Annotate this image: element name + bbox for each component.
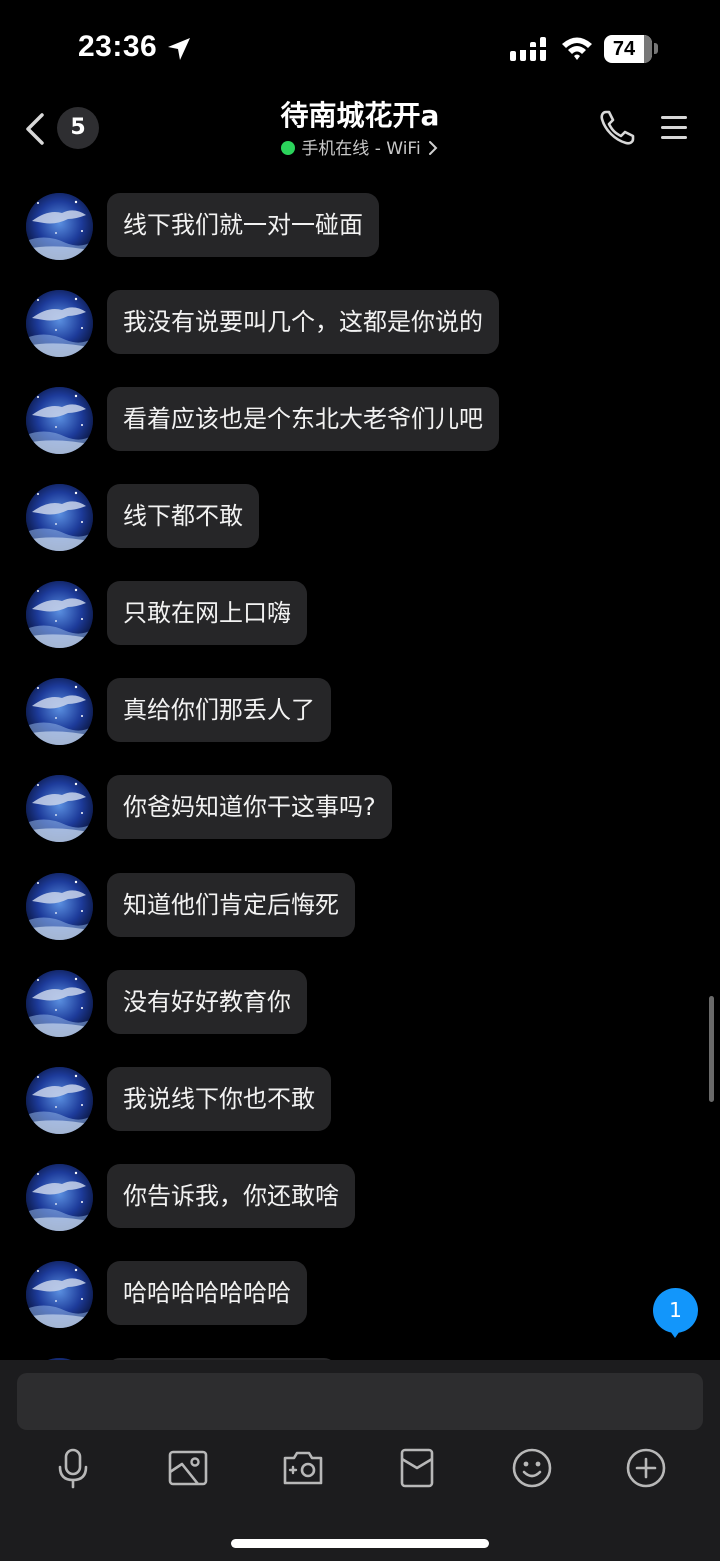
menu-icon[interactable] <box>658 112 690 144</box>
avatar[interactable] <box>26 1164 93 1231</box>
chat-title[interactable]: 待南城花开a <box>160 94 560 134</box>
emoji-icon[interactable] <box>510 1446 554 1490</box>
avatar[interactable] <box>26 581 93 648</box>
cellular-signal-icon <box>510 37 546 61</box>
wifi-icon <box>562 37 592 60</box>
message-bubble[interactable]: 只敢在网上口嗨 <box>107 581 307 645</box>
back-button[interactable]: 5 <box>22 106 102 150</box>
message-bubble[interactable]: 真给你们那丢人了 <box>107 678 331 742</box>
plus-icon[interactable] <box>624 1446 668 1490</box>
message-bubble[interactable]: 哈哈哈哈哈哈哈 <box>107 1261 307 1325</box>
badge-pointer <box>668 1328 682 1338</box>
microphone-icon[interactable] <box>51 1446 95 1490</box>
scrollbar[interactable] <box>709 996 714 1102</box>
avatar[interactable] <box>26 387 93 454</box>
message-bubble[interactable]: 看着应该也是个东北大老爷们儿吧 <box>107 387 499 451</box>
battery-indicator: 74 <box>604 35 652 63</box>
avatar[interactable] <box>26 970 93 1037</box>
avatar[interactable] <box>26 775 93 842</box>
message-list[interactable]: 线下我们就一对一碰面 我没有说要叫几个，这都是你说的 看着应该也是个东北大老爷们… <box>0 170 720 1360</box>
message-bubble[interactable]: 知道他们肯定后悔死 <box>107 873 355 937</box>
avatar[interactable] <box>26 1067 93 1134</box>
input-panel <box>0 1360 720 1561</box>
image-icon[interactable] <box>166 1446 210 1490</box>
battery-cap <box>654 43 658 54</box>
chevron-left-icon <box>26 113 44 145</box>
message-bubble[interactable]: 你爸妈知道你干这事吗? <box>107 775 392 839</box>
red-envelope-icon[interactable] <box>395 1446 439 1490</box>
location-arrow-icon <box>168 38 190 60</box>
message-bubble[interactable]: 我说线下你也不敢 <box>107 1067 331 1131</box>
message-input[interactable] <box>17 1373 703 1430</box>
chevron-right-icon <box>428 141 438 155</box>
contact-status[interactable]: 手机在线 - WiFi <box>180 134 540 159</box>
message-bubble[interactable]: 线下我们就一对一碰面 <box>107 193 379 257</box>
contact-status-text: 手机在线 - WiFi <box>301 139 421 159</box>
camera-icon[interactable] <box>281 1446 325 1490</box>
avatar[interactable] <box>26 678 93 745</box>
unread-count-badge: 5 <box>57 107 99 149</box>
status-bar: 23:36 74 <box>0 0 720 92</box>
home-indicator[interactable] <box>231 1539 489 1548</box>
avatar[interactable] <box>26 873 93 940</box>
message-bubble[interactable]: 线下都不敢 <box>107 484 259 548</box>
chat-header: 5 待南城花开a 手机在线 - WiFi <box>0 92 720 170</box>
status-time: 23:36 <box>78 30 158 63</box>
avatar[interactable] <box>26 193 93 260</box>
battery-level: 74 <box>612 38 636 60</box>
message-bubble[interactable]: 没有好好教育你 <box>107 970 307 1034</box>
message-bubble[interactable]: 我没有说要叫几个，这都是你说的 <box>107 290 499 354</box>
avatar[interactable] <box>26 1261 93 1328</box>
message-bubble[interactable]: 你告诉我，你还敢啥 <box>107 1164 355 1228</box>
avatar[interactable] <box>26 484 93 551</box>
online-dot-icon <box>281 141 296 155</box>
new-message-badge[interactable]: 1 <box>653 1288 698 1333</box>
phone-call-icon[interactable] <box>597 108 637 148</box>
avatar[interactable] <box>26 290 93 357</box>
